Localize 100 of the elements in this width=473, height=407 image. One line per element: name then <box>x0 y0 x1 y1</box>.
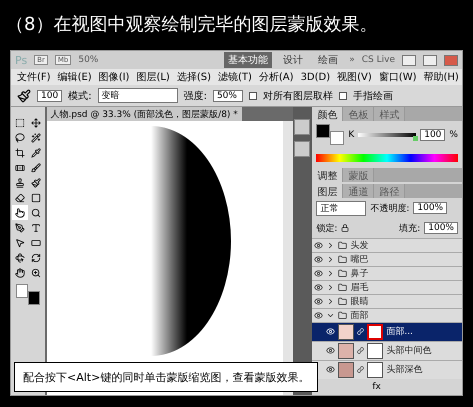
layer-row[interactable]: 头发 <box>312 238 462 252</box>
more-button[interactable]: » <box>349 55 355 65</box>
layer-row[interactable]: 面部 <box>312 308 462 322</box>
document-tab[interactable]: 人物.psd @ 33.3% (面部浅色，图层蒙版/8) * <box>46 107 242 121</box>
layer-thumbnail[interactable] <box>338 362 354 378</box>
cs-live-button[interactable]: CS Live <box>362 55 395 65</box>
layer-row[interactable]: 头部中间色 <box>312 340 462 360</box>
eye-icon[interactable] <box>326 346 336 356</box>
k-value-field[interactable]: 100 <box>420 128 446 140</box>
workspace-button[interactable]: 设计 <box>279 52 308 68</box>
brush-size-field[interactable]: 100 <box>37 90 62 102</box>
layer-row[interactable]: 头部深色 <box>312 360 462 379</box>
panel-tab[interactable]: 颜色 <box>312 107 344 121</box>
eye-icon[interactable] <box>326 365 336 374</box>
folder-icon <box>338 254 348 264</box>
layer-name: 头发 <box>350 240 368 252</box>
crop-icon <box>14 148 25 158</box>
caption: 配合按下<Alt>键的同时单击蒙版缩览图，查看蒙版效果。 <box>14 362 318 392</box>
rotate-icon <box>14 252 25 262</box>
close-button[interactable] <box>444 54 458 66</box>
fx-button[interactable]: fx <box>372 382 381 392</box>
mode-dropdown[interactable]: 变暗 <box>98 88 178 103</box>
menu-item[interactable]: 分析(A) <box>258 70 294 84</box>
menu-item[interactable]: 编辑(E) <box>58 70 92 84</box>
workspace-button[interactable]: 绘画 <box>314 52 342 68</box>
brush-tool-icon[interactable] <box>17 88 31 102</box>
blend-mode-dropdown[interactable]: 正常 <box>316 200 366 216</box>
menu-item[interactable]: 滤镜(T) <box>218 70 252 84</box>
eye-icon[interactable] <box>314 268 324 278</box>
layer-row[interactable]: 嘴巴 <box>312 252 462 266</box>
layer-row[interactable]: 鼻子 <box>312 266 462 280</box>
marquee-icon <box>14 118 25 128</box>
mask-thumbnail[interactable] <box>367 324 384 340</box>
zoom-icon <box>30 268 41 278</box>
opacity-label: 不透明度: <box>370 202 410 215</box>
workspace-button[interactable]: 基本功能 <box>224 52 272 68</box>
background-color-swatch[interactable] <box>28 291 40 305</box>
menu-item[interactable]: 窗口(W) <box>378 70 416 84</box>
rotate-icon <box>30 252 41 262</box>
fill-field[interactable]: 100% <box>424 222 458 234</box>
tool-button[interactable] <box>12 205 28 220</box>
layer-name: 头部深色 <box>386 364 422 376</box>
pen-icon <box>14 222 25 232</box>
slider-thumb[interactable] <box>413 136 418 140</box>
layer-row[interactable]: 眉毛 <box>312 280 462 294</box>
mask-thumbnail[interactable] <box>367 362 384 378</box>
zoom-dropdown[interactable]: 50% <box>78 55 98 65</box>
folder-icon <box>338 282 348 292</box>
maximize-button[interactable] <box>423 54 437 66</box>
heading: （8）在视图中观察绘制完毕的图层蒙版效果。 <box>5 13 378 37</box>
link-icon <box>357 347 364 354</box>
hand-icon <box>14 268 25 278</box>
lasso-icon <box>14 132 25 142</box>
panel-button[interactable] <box>294 141 310 157</box>
brush-icon <box>30 162 41 172</box>
fill-label: 填充: <box>399 222 420 235</box>
magnifier-icon <box>30 208 41 218</box>
lock-label: 锁定: <box>316 222 338 235</box>
folder-icon <box>338 268 348 278</box>
background-color-swatch[interactable] <box>330 131 344 145</box>
mode-label: 模式: <box>68 90 92 102</box>
folder-icon <box>338 310 348 320</box>
menu-item[interactable]: 图层(L) <box>136 70 170 84</box>
folder-icon <box>338 240 348 250</box>
move-icon <box>30 118 41 128</box>
layer-name: 眼睛 <box>350 296 368 308</box>
panel-tab[interactable]: 蒙版 <box>343 168 374 182</box>
eye-icon[interactable] <box>314 282 324 292</box>
foreground-color-swatch[interactable] <box>16 284 28 298</box>
menu-item[interactable]: 图像(I) <box>98 70 130 84</box>
checkbox[interactable] <box>338 92 347 100</box>
minimize-button[interactable] <box>402 54 416 66</box>
eye-icon[interactable] <box>314 310 324 320</box>
layer-thumbnail[interactable] <box>338 342 354 359</box>
panel-tab[interactable]: 色板 <box>343 107 374 121</box>
menu-item[interactable]: 选择(S) <box>176 70 211 84</box>
checkbox-label: 对所有图层取样 <box>262 90 333 102</box>
layer-thumbnail[interactable] <box>338 324 354 340</box>
menu-item[interactable]: 帮助(H) <box>424 70 459 84</box>
eye-icon[interactable] <box>314 296 324 306</box>
strength-field[interactable]: 50% <box>212 90 243 102</box>
panel-tab[interactable]: 图层 <box>312 184 344 198</box>
panel-tab[interactable]: 调整 <box>312 168 344 182</box>
unit-label: % <box>449 130 458 140</box>
mask-thumbnail[interactable] <box>367 342 384 359</box>
eraser-icon <box>14 192 25 202</box>
eye-icon[interactable] <box>314 240 324 250</box>
checkbox[interactable] <box>248 92 257 100</box>
lock-icon[interactable] <box>341 224 350 232</box>
layer-row[interactable]: 眼睛 <box>312 294 462 308</box>
layer-row[interactable]: 面部... <box>312 322 462 341</box>
menu-item[interactable]: 文件(F) <box>17 70 51 84</box>
menu-item[interactable]: 3D(D) <box>300 72 330 82</box>
panel-button[interactable] <box>294 119 310 135</box>
layer-name: 面部... <box>386 326 413 338</box>
foreground-color-swatch[interactable] <box>316 124 330 138</box>
opacity-field[interactable]: 100% <box>413 202 448 214</box>
menu-item[interactable]: 视图(V) <box>337 70 372 84</box>
panel-tab[interactable]: 路径 <box>374 184 406 198</box>
eye-icon[interactable] <box>314 254 324 264</box>
